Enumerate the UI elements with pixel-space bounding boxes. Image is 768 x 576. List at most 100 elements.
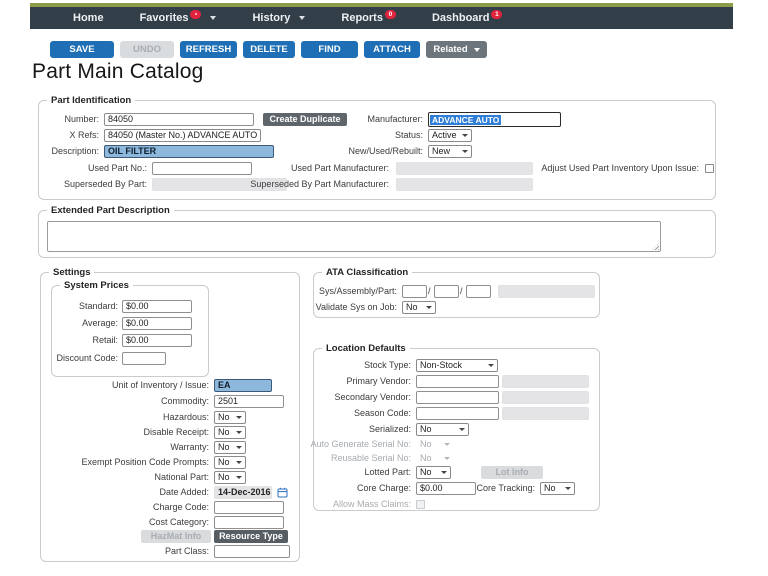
discount-code-input[interactable] [122, 352, 166, 365]
xrefs-label: X Refs: [69, 129, 99, 142]
primary-vendor-input[interactable] [416, 375, 499, 388]
stock-type-value: Non-Stock [420, 360, 462, 371]
nav-item-reports[interactable]: Reports0 [323, 7, 414, 29]
refresh-button[interactable]: REFRESH [180, 41, 237, 58]
nav-item-history[interactable]: History [234, 7, 323, 29]
secondary-vendor-label: Secondary Vendor: [334, 391, 411, 404]
slash-separator: / [428, 285, 431, 298]
used-part-no-input[interactable] [152, 162, 252, 175]
status-label: Status: [395, 129, 423, 142]
charge-code-input[interactable] [214, 501, 284, 514]
standard-label: Standard: [79, 300, 118, 313]
reusable-serial-value: No [420, 453, 432, 464]
discount-code-label: Discount Code: [56, 352, 118, 365]
lotted-part-select[interactable]: No [416, 466, 451, 479]
extended-description-textarea[interactable] [47, 221, 661, 252]
date-added-field: 14-Dec-2016 [214, 486, 272, 499]
allow-mass-claims-label: Allow Mass Claims: [333, 498, 411, 511]
unit-of-inventory-field[interactable]: EA [214, 379, 272, 392]
auto-generate-serial-select: No [416, 438, 454, 451]
related-button[interactable]: Related [426, 41, 487, 58]
calendar-icon[interactable] [277, 487, 288, 498]
cost-category-input[interactable] [214, 516, 284, 529]
chevron-down-icon [299, 16, 305, 20]
core-charge-input[interactable]: $0.00 [416, 482, 476, 495]
toolbar: SAVE UNDO REFRESH DELETE FIND ATTACH Rel… [50, 41, 487, 58]
main-navbar: Home Favorites History Reports0 Dashboar… [30, 7, 733, 29]
core-charge-label: Core Charge: [357, 482, 411, 495]
allow-mass-claims-checkbox [416, 500, 425, 509]
adjust-used-part-checkbox[interactable] [705, 164, 714, 173]
primary-vendor-name-field [502, 375, 589, 388]
description-input[interactable]: OIL FILTER [104, 145, 274, 158]
used-part-manufacturer-field [396, 162, 533, 175]
serialized-select[interactable]: No [416, 423, 469, 436]
commodity-input[interactable]: 2501 [214, 395, 284, 408]
xrefs-select[interactable]: 84050 (Master No.) ADVANCE AUTO [104, 129, 261, 142]
auto-generate-serial-label: Auto Generate Serial No: [310, 438, 411, 451]
assembly-input[interactable] [434, 285, 459, 298]
used-part-manufacturer-label: Used Part Manufacturer: [291, 162, 389, 175]
nav-label: Dashboard [432, 12, 489, 24]
hazardous-select[interactable]: No [214, 411, 246, 424]
national-part-select[interactable]: No [214, 471, 246, 484]
nav-label: Home [73, 12, 104, 24]
standard-price-input[interactable]: $0.00 [122, 300, 192, 313]
attach-button[interactable]: ATTACH [364, 41, 420, 58]
resource-type-button[interactable]: Resource Type [214, 530, 288, 543]
location-defaults-fieldset: Location Defaults Stock Type: Non-Stock … [313, 348, 600, 511]
reusable-serial-label: Reusable Serial No: [331, 452, 411, 465]
new-used-rebuilt-select[interactable]: New [428, 145, 472, 158]
national-part-value: No [218, 472, 230, 483]
nav-item-dashboard[interactable]: Dashboard1 [414, 7, 520, 29]
save-button[interactable]: SAVE [50, 41, 114, 58]
nav-item-favorites[interactable]: Favorites [122, 7, 235, 29]
retail-price-input[interactable]: $0.00 [122, 334, 192, 347]
serialized-label: Serialized: [369, 423, 411, 436]
page-title: Part Main Catalog [32, 60, 203, 84]
retail-label: Retail: [92, 334, 118, 347]
slash-separator: / [460, 285, 463, 298]
lot-info-button: Lot Info [481, 466, 543, 479]
description-label: Description: [51, 145, 99, 158]
stock-type-select[interactable]: Non-Stock [416, 359, 498, 372]
status-select[interactable]: Active [428, 129, 472, 142]
chevron-down-icon [210, 16, 216, 20]
secondary-vendor-input[interactable] [416, 391, 499, 404]
validate-sys-select[interactable]: No [402, 301, 436, 314]
validate-sys-value: No [406, 302, 418, 313]
disable-receipt-label: Disable Receipt: [143, 426, 209, 439]
number-input[interactable]: 84050 [104, 113, 254, 126]
used-part-no-label: Used Part No.: [88, 162, 147, 175]
disable-receipt-select[interactable]: No [214, 426, 246, 439]
hazardous-label: Hazardous: [163, 411, 209, 424]
superseded-by-part-label: Superseded By Part: [64, 178, 147, 191]
undo-button: UNDO [120, 41, 174, 58]
disable-receipt-value: No [218, 427, 230, 438]
exempt-position-code-select[interactable]: No [214, 456, 246, 469]
warranty-label: Warranty: [170, 441, 209, 454]
hazardous-value: No [218, 412, 230, 423]
xrefs-value: 84050 (Master No.) ADVANCE AUTO [108, 130, 257, 141]
screen: Home Favorites History Reports0 Dashboar… [0, 0, 768, 576]
nav-item-home[interactable]: Home [55, 7, 122, 29]
ata-classification-legend: ATA Classification [322, 267, 412, 278]
delete-button[interactable]: DELETE [243, 41, 295, 58]
superseded-by-part-manufacturer-field [396, 178, 533, 191]
average-price-input[interactable]: $0.00 [122, 317, 192, 330]
sys-input[interactable] [402, 285, 427, 298]
part-input[interactable] [466, 285, 491, 298]
manufacturer-input[interactable]: ADVANCE AUTO [428, 112, 561, 127]
create-duplicate-button[interactable]: Create Duplicate [263, 113, 347, 126]
find-button[interactable]: FIND [301, 41, 358, 58]
core-tracking-label: Core Tracking: [476, 482, 535, 495]
superseded-by-part-manufacturer-label: Superseded By Part Manufacturer: [250, 178, 389, 191]
core-tracking-select[interactable]: No [540, 482, 575, 495]
national-part-label: National Part: [154, 471, 209, 484]
warranty-select[interactable]: No [214, 441, 246, 454]
lotted-part-label: Lotted Part: [364, 466, 411, 479]
season-code-input[interactable] [416, 407, 499, 420]
part-class-input[interactable] [214, 545, 290, 558]
exempt-position-code-label: Exempt Position Code Prompts: [81, 456, 209, 469]
unit-of-inventory-label: Unit of Inventory / Issue: [112, 379, 209, 392]
